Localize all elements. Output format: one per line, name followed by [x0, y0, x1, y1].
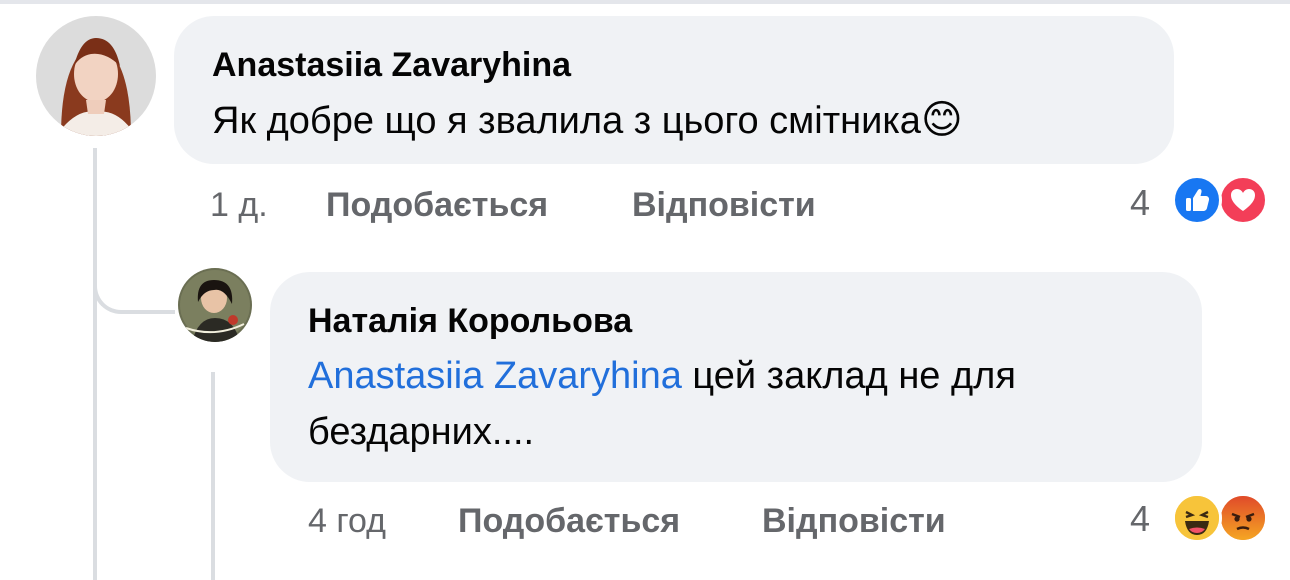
reaction-count[interactable]: 4 [1130, 498, 1150, 540]
love-icon [1218, 175, 1268, 225]
haha-icon [1172, 493, 1222, 543]
like-button[interactable]: Подобається [458, 502, 680, 541]
reply-author[interactable]: Наталія Корольова [308, 302, 632, 341]
comment-author[interactable]: Anastasiia Zavaryhina [212, 46, 571, 85]
avatar-photo [178, 268, 252, 342]
avatar[interactable] [36, 16, 156, 136]
reply-button[interactable]: Відповісти [762, 502, 946, 541]
angry-icon [1218, 493, 1268, 543]
top-divider [0, 0, 1290, 4]
reply-time[interactable]: 4 год [308, 502, 386, 541]
like-button[interactable]: Подобається [326, 186, 548, 225]
reply-thread-line [211, 372, 215, 580]
reply-avatar[interactable] [178, 268, 252, 342]
reaction-count[interactable]: 4 [1130, 182, 1150, 224]
comment-time[interactable]: 1 д. [210, 186, 268, 225]
thread-line [93, 148, 97, 580]
reply-bubble: Наталія Корольова Anastasiia Zavaryhina … [270, 272, 1202, 482]
comment-text: Як добре що я звалила з цього смітника😊 [212, 92, 1162, 149]
comment-text-body: Як добре що я звалила з цього смітника [212, 100, 921, 142]
like-icon [1172, 175, 1222, 225]
comment-bubble: Anastasiia Zavaryhina Як добре що я звал… [174, 16, 1174, 164]
reply-button[interactable]: Відповісти [632, 186, 816, 225]
thread-branch [93, 250, 175, 314]
smile-emoji: 😊 [920, 98, 963, 142]
avatar-photo [36, 16, 156, 136]
mention-link[interactable]: Anastasiia Zavaryhina [308, 355, 682, 397]
reply-text: Anastasiia Zavaryhina цей заклад не для … [308, 348, 1188, 460]
